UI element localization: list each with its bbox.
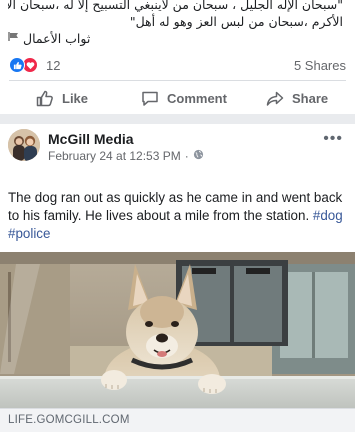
like-button[interactable]: Like [36, 90, 88, 107]
previous-post-text: "سبحان الإله الجليل ، سبحان من لاينبغي ا… [8, 0, 343, 47]
comment-label: Comment [167, 90, 227, 106]
reaction-icons [9, 57, 38, 73]
previous-post-tag[interactable]: ثواب الأعمال [8, 30, 343, 47]
thumbs-up-icon [36, 90, 54, 107]
previous-post-line: الأكرم ،سبحان من لبس العز وهو له أهل" [129, 14, 343, 29]
post-body: The dog ran out as quickly as he came in… [8, 190, 343, 223]
hashtag-link[interactable]: #police [8, 226, 50, 241]
link-domain: LIFE.GOMCGILL.COM [8, 414, 130, 426]
previous-post-tag-label: ثواب الأعمال [23, 31, 91, 46]
page-name[interactable]: McGill Media [48, 131, 134, 147]
share-icon [266, 90, 284, 107]
link-preview[interactable]: LIFE.GOMCGILL.COM [0, 408, 355, 432]
previous-post-line: "سبحان الإله الجليل ، سبحان من لاينبغي ا… [8, 0, 343, 12]
post-photo[interactable] [0, 252, 355, 408]
hashtag-link[interactable]: #dog [313, 208, 343, 223]
shares-count[interactable]: 5 Shares [294, 58, 346, 73]
like-reaction-icon [9, 57, 25, 73]
comment-icon [141, 90, 159, 107]
meta-separator: · [184, 149, 189, 163]
post-header: McGill Media February 24 at 12:53 PM · •… [0, 124, 355, 168]
reactions-summary[interactable]: 12 5 Shares [9, 56, 346, 74]
feed-separator [0, 114, 355, 124]
share-label: Share [292, 90, 329, 106]
divider [9, 80, 346, 81]
more-options-button[interactable]: ••• [323, 130, 343, 148]
globe-icon [193, 149, 204, 163]
dog-photo-illustration [0, 252, 355, 408]
page-avatar[interactable] [8, 129, 40, 161]
post-meta: February 24 at 12:53 PM · [48, 149, 204, 163]
reaction-count: 12 [46, 57, 61, 73]
post-text: The dog ran out as quickly as he came in… [8, 189, 345, 243]
comment-button[interactable]: Comment [141, 90, 227, 107]
share-button[interactable]: Share [266, 90, 328, 107]
flag-icon [8, 30, 20, 47]
like-label: Like [62, 90, 89, 106]
action-bar: Like Comment Share [0, 84, 355, 112]
post-date[interactable]: February 24 at 12:53 PM [48, 149, 181, 163]
